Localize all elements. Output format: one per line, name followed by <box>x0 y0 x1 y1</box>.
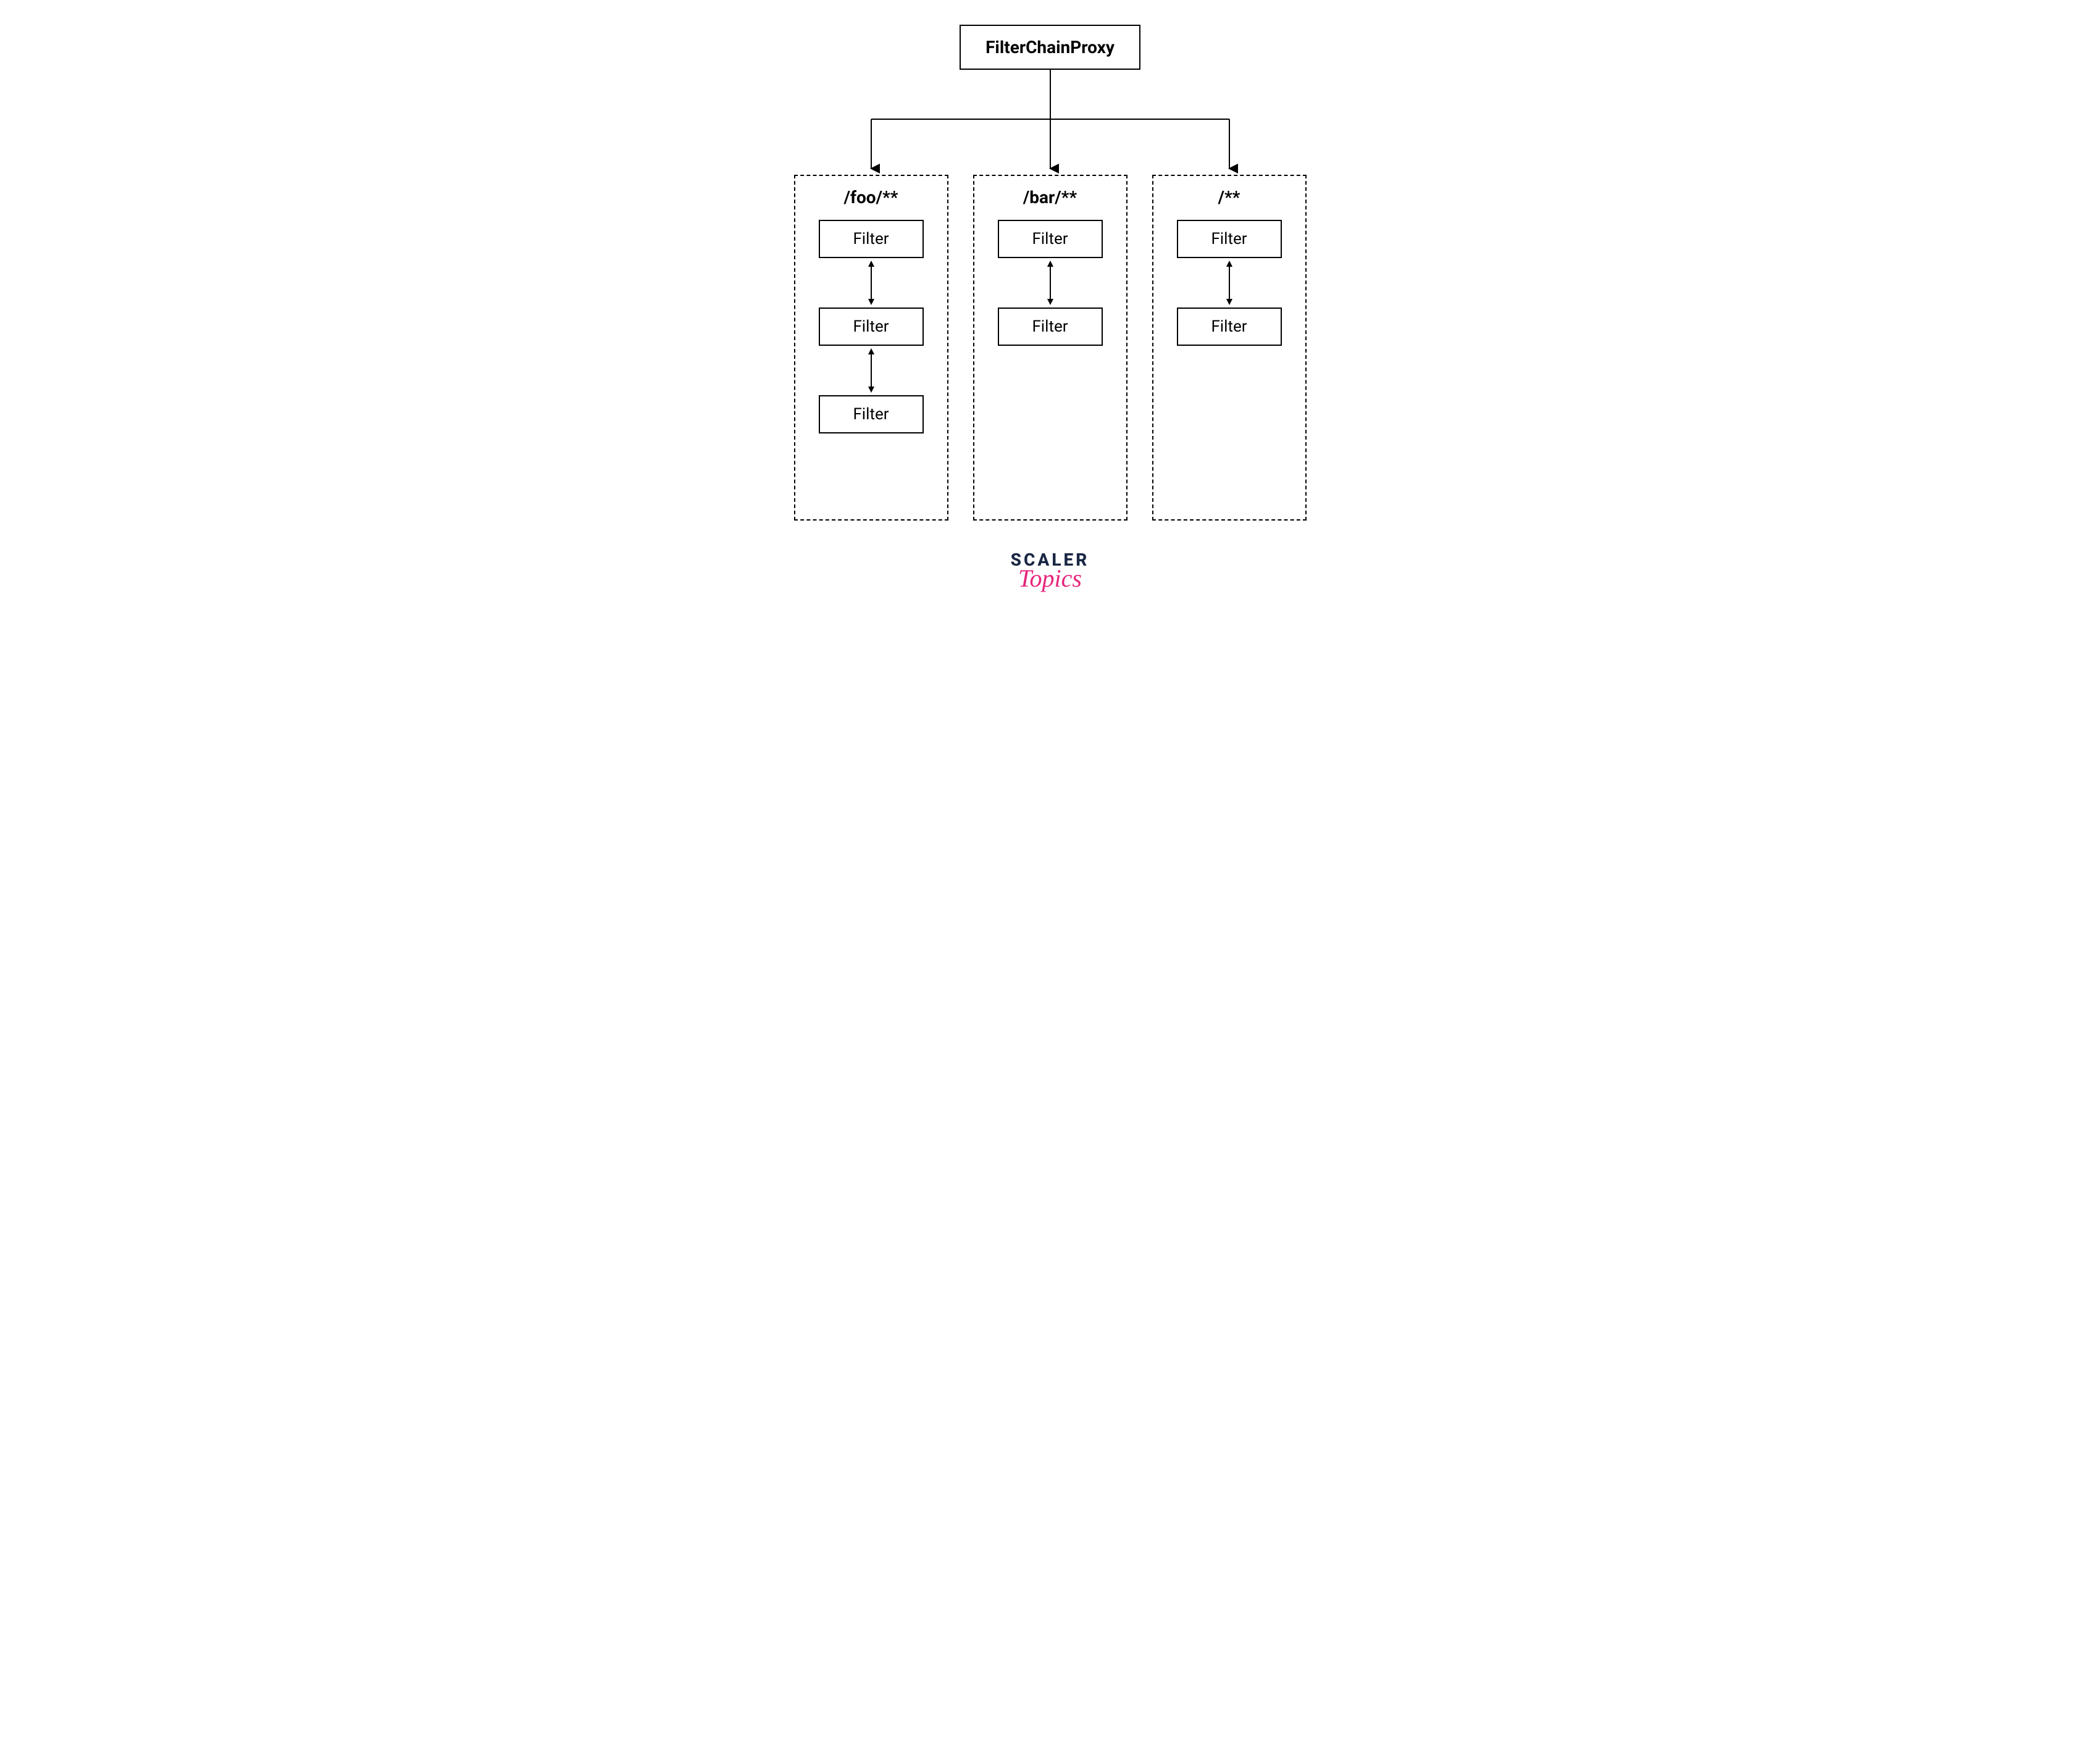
chain-pattern: /** <box>1218 187 1240 207</box>
filter-box: Filter <box>819 308 924 346</box>
root-label: FilterChainProxy <box>985 37 1115 57</box>
chain-foo: /foo/** Filter Filter Filter <box>794 175 948 521</box>
chain-pattern: /foo/** <box>844 187 898 207</box>
filter-chain-diagram: FilterChainProxy /foo/** Filter <box>692 25 1408 590</box>
logo-bottom-text: Topics <box>1011 567 1090 590</box>
chain-all: /** Filter Filter <box>1152 175 1307 521</box>
root-node: FilterChainProxy <box>960 25 1140 70</box>
filter-box: Filter <box>819 395 924 433</box>
chain-pattern: /bar/** <box>1023 187 1077 207</box>
root-to-chains-connector <box>797 70 1303 175</box>
chain-bar: /bar/** Filter Filter <box>973 175 1127 521</box>
bidirectional-arrow-icon <box>1044 258 1056 308</box>
bidirectional-arrow-icon <box>1223 258 1236 308</box>
bidirectional-arrow-icon <box>865 258 877 308</box>
bidirectional-arrow-icon <box>865 346 877 395</box>
filter-box: Filter <box>819 220 924 258</box>
chains-row: /foo/** Filter Filter Filter / <box>794 175 1307 521</box>
filter-box: Filter <box>1177 220 1282 258</box>
scaler-topics-logo: SCALER Topics <box>1011 551 1090 590</box>
filter-box: Filter <box>998 308 1103 346</box>
filter-box: Filter <box>1177 308 1282 346</box>
filter-box: Filter <box>998 220 1103 258</box>
